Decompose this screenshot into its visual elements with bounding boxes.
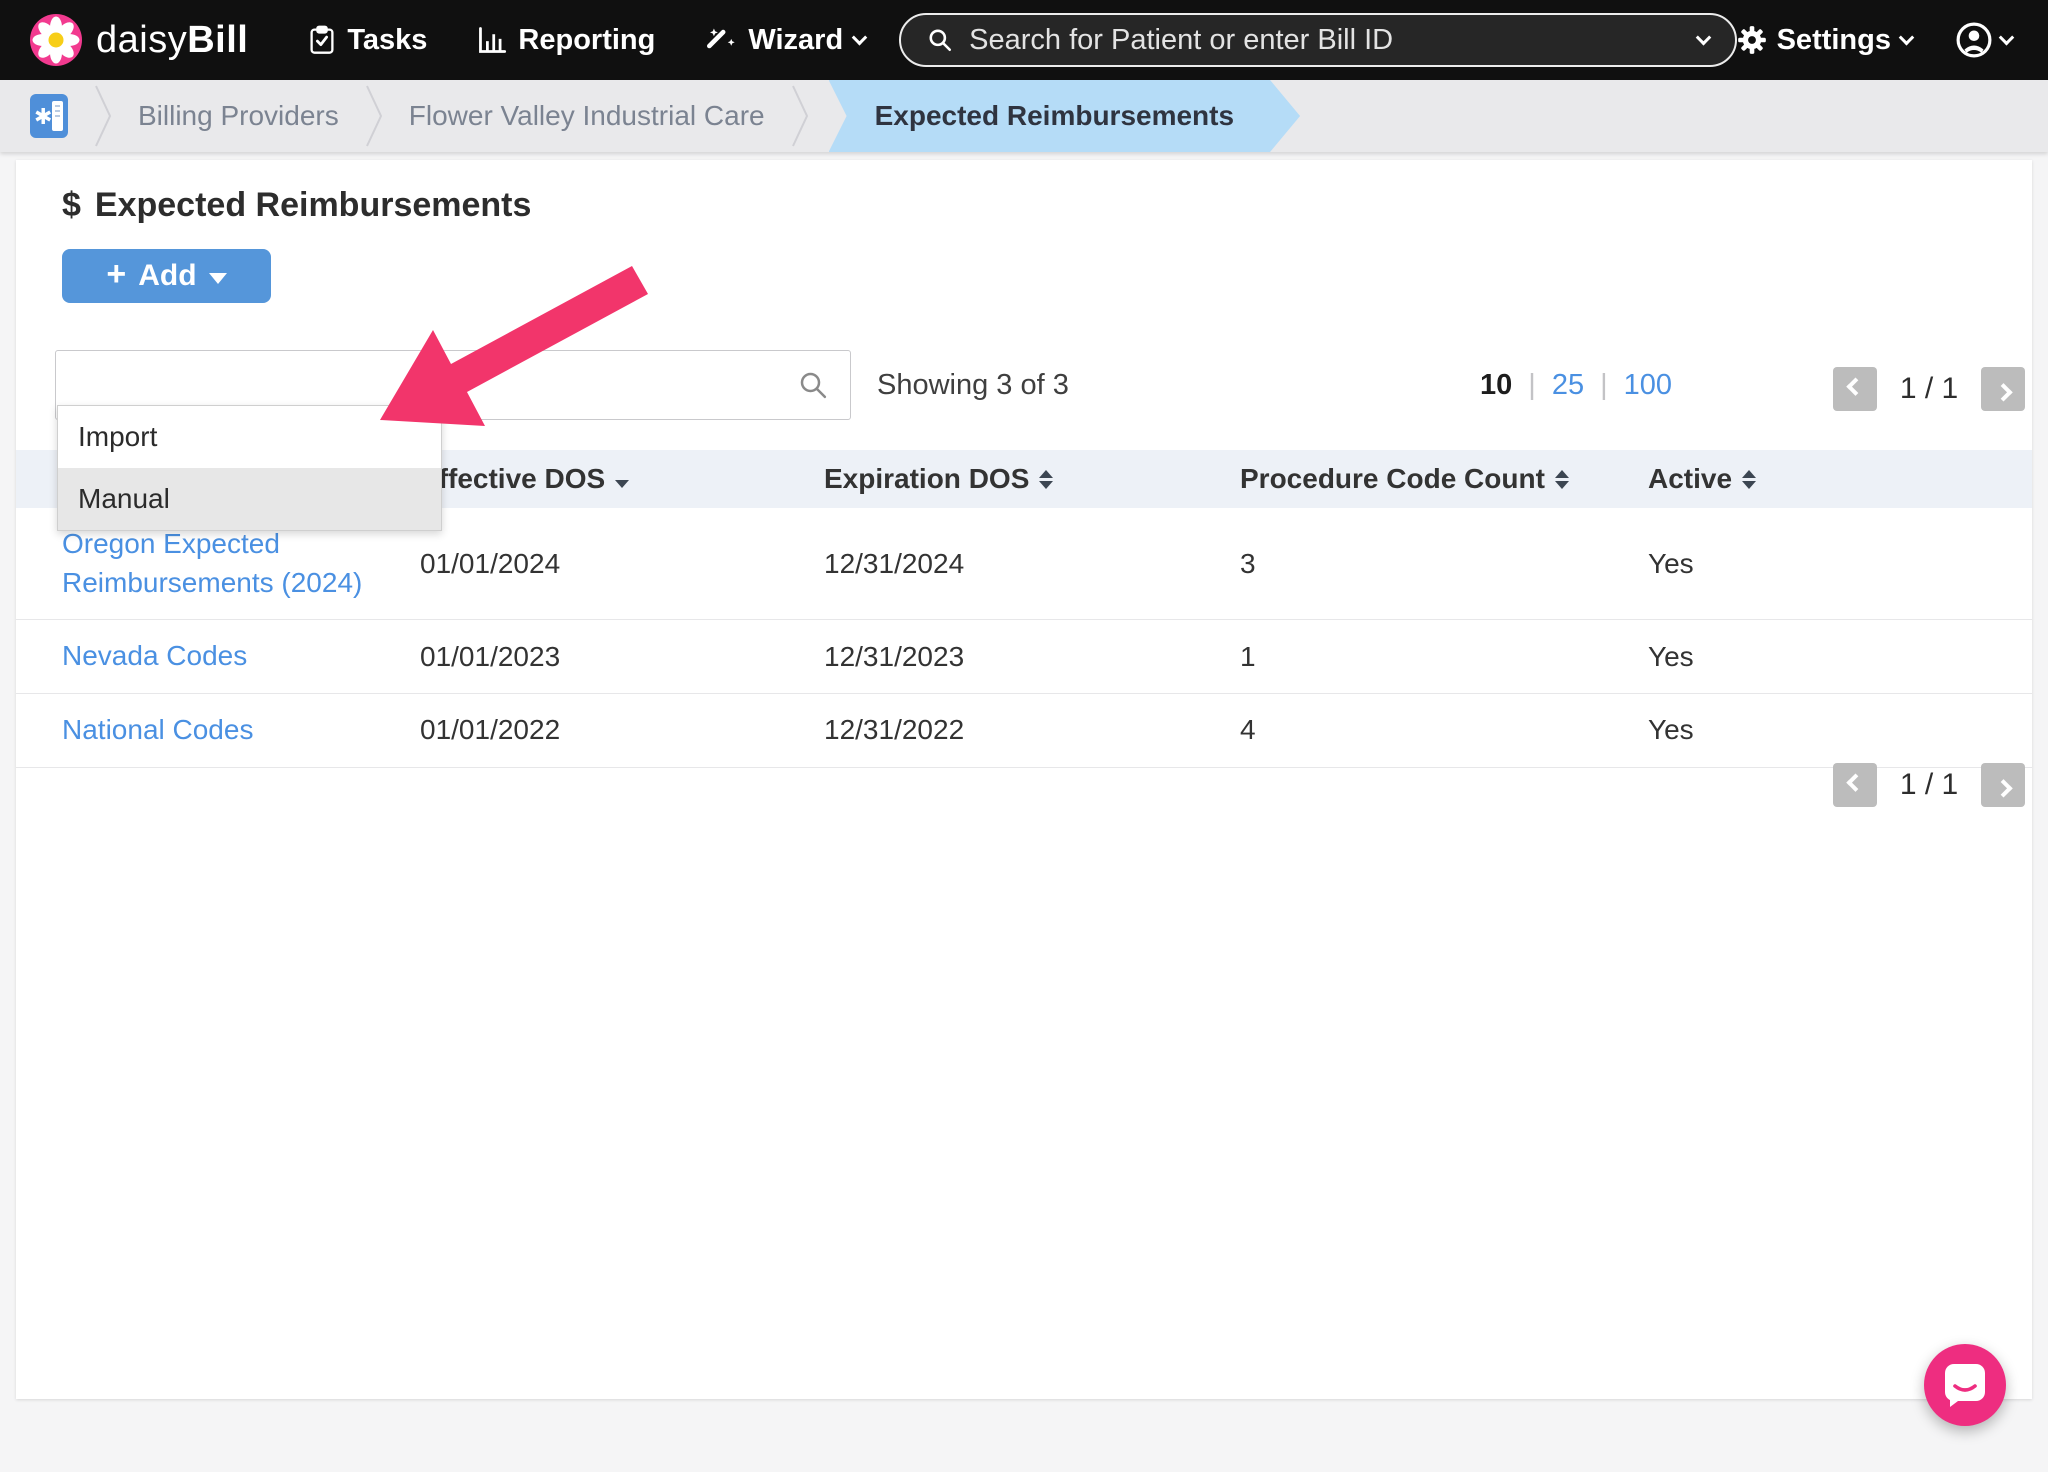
chevron-right-icon: [1994, 779, 2012, 797]
account-home-icon: ✱: [30, 94, 68, 138]
sort-both-icon: [1742, 470, 1756, 489]
breadcrumb-active-expected-reimbursements: Expected Reimbursements: [829, 80, 1300, 152]
reimbursement-link[interactable]: National Codes: [62, 711, 253, 750]
table-row: Nevada Codes 01/01/2023 12/31/2023 1 Yes: [16, 620, 2032, 694]
search-dropdown-chevron-icon[interactable]: [1695, 29, 1711, 45]
brand-wordmark: daisyBill: [96, 19, 248, 62]
expiration-dos-value: 12/31/2022: [824, 693, 1240, 767]
next-page-button[interactable]: [1981, 367, 2025, 411]
chevron-left-icon: [1846, 773, 1864, 791]
breadcrumb-separator-icon: [791, 83, 809, 149]
add-button[interactable]: + Add: [62, 249, 271, 303]
caret-down-icon: [209, 273, 227, 284]
chevron-down-icon: [852, 29, 868, 45]
page-size-25[interactable]: 25: [1552, 369, 1584, 402]
column-header-expiration-dos[interactable]: Expiration DOS: [824, 450, 1240, 508]
page-size-10[interactable]: 10: [1480, 369, 1512, 402]
nav-settings[interactable]: Settings: [1737, 24, 1912, 57]
svg-text:✱: ✱: [34, 105, 52, 130]
daisybill-logo-icon: [30, 14, 82, 66]
next-page-button[interactable]: [1981, 763, 2025, 807]
chat-launcher-button[interactable]: [1924, 1344, 2006, 1426]
nav-reporting[interactable]: Reporting: [477, 24, 655, 57]
effective-dos-value: 01/01/2024: [420, 508, 824, 620]
page-title: $ Expected Reimbursements: [62, 186, 531, 225]
effective-dos-value: 01/01/2023: [420, 620, 824, 694]
wizard-wand-icon: [707, 25, 737, 55]
breadcrumb-home[interactable]: ✱: [30, 94, 68, 138]
global-search-input[interactable]: [969, 24, 1697, 57]
chat-bubble-icon: [1943, 1362, 1987, 1408]
procedure-code-count-value: 1: [1240, 620, 1648, 694]
column-header-active[interactable]: Active: [1648, 450, 2032, 508]
prev-page-button[interactable]: [1833, 367, 1877, 411]
active-value: Yes: [1648, 693, 2032, 767]
plus-icon: +: [106, 257, 126, 291]
prev-page-button[interactable]: [1833, 763, 1877, 807]
breadcrumb-provider-name[interactable]: Flower Valley Industrial Care: [409, 100, 765, 132]
page-indicator: 1 / 1: [1897, 768, 1961, 802]
dollar-icon: $: [62, 186, 81, 225]
breadcrumb-billing-providers[interactable]: Billing Providers: [138, 100, 339, 132]
breadcrumb-separator-icon: [365, 83, 383, 149]
daisybill-brand[interactable]: daisyBill: [30, 14, 248, 66]
expiration-dos-value: 12/31/2023: [824, 620, 1240, 694]
nav-tasks-label: Tasks: [347, 24, 427, 57]
top-navbar: daisyBill Tasks Reporting Wizard: [0, 0, 2048, 80]
nav-wizard-label: Wizard: [748, 24, 843, 57]
active-value: Yes: [1648, 620, 2032, 694]
page-size-selector: 10 | 25 | 100: [1480, 350, 1672, 420]
navbar-right: Settings: [1737, 22, 2018, 58]
nav-tasks[interactable]: Tasks: [308, 24, 427, 57]
add-menu-manual[interactable]: Manual: [58, 468, 441, 530]
search-icon: [798, 370, 828, 400]
divider: |: [1528, 369, 1536, 402]
active-value: Yes: [1648, 508, 2032, 620]
column-header-effective-dos[interactable]: Effective DOS: [420, 450, 824, 508]
tasks-clipboard-icon: [308, 25, 336, 55]
page-size-100[interactable]: 100: [1624, 369, 1672, 402]
breadcrumb: ✱ Billing Providers Flower Valley Indust…: [0, 80, 2048, 152]
results-count: Showing 3 of 3: [877, 350, 1069, 420]
page-indicator: 1 / 1: [1897, 372, 1961, 406]
sort-desc-icon: [615, 480, 629, 488]
content-card: $ Expected Reimbursements + Add Showing …: [16, 160, 2032, 1399]
pagination-bottom: 1 / 1: [1833, 763, 2025, 807]
chevron-down-icon: [1999, 29, 2015, 45]
search-icon: [927, 27, 953, 53]
table-row: National Codes 01/01/2022 12/31/2022 4 Y…: [16, 693, 2032, 767]
user-avatar-icon: [1956, 22, 1992, 58]
reporting-barchart-icon: [477, 26, 507, 54]
add-dropdown-menu: Import Manual: [57, 405, 442, 531]
procedure-code-count-value: 4: [1240, 693, 1648, 767]
chevron-left-icon: [1846, 377, 1864, 395]
nav-reporting-label: Reporting: [518, 24, 655, 57]
reimbursement-link[interactable]: Nevada Codes: [62, 637, 247, 676]
expiration-dos-value: 12/31/2024: [824, 508, 1240, 620]
add-menu-import[interactable]: Import: [58, 406, 441, 468]
gear-icon: [1737, 25, 1767, 55]
nav-settings-label: Settings: [1777, 24, 1891, 57]
sort-both-icon: [1555, 470, 1569, 489]
nav-wizard[interactable]: Wizard: [707, 24, 865, 57]
divider: |: [1600, 369, 1608, 402]
chevron-right-icon: [1994, 383, 2012, 401]
pagination-top: 1 / 1: [1833, 367, 2025, 411]
procedure-code-count-value: 3: [1240, 508, 1648, 620]
sort-both-icon: [1039, 470, 1053, 489]
nav-user-menu[interactable]: [1956, 22, 2012, 58]
effective-dos-value: 01/01/2022: [420, 693, 824, 767]
global-search[interactable]: [899, 13, 1736, 67]
reimbursement-link[interactable]: Oregon Expected Reimbursements (2024): [62, 525, 364, 602]
chevron-down-icon: [1899, 29, 1915, 45]
breadcrumb-separator-icon: [94, 83, 112, 149]
column-header-procedure-code-count[interactable]: Procedure Code Count: [1240, 450, 1648, 508]
